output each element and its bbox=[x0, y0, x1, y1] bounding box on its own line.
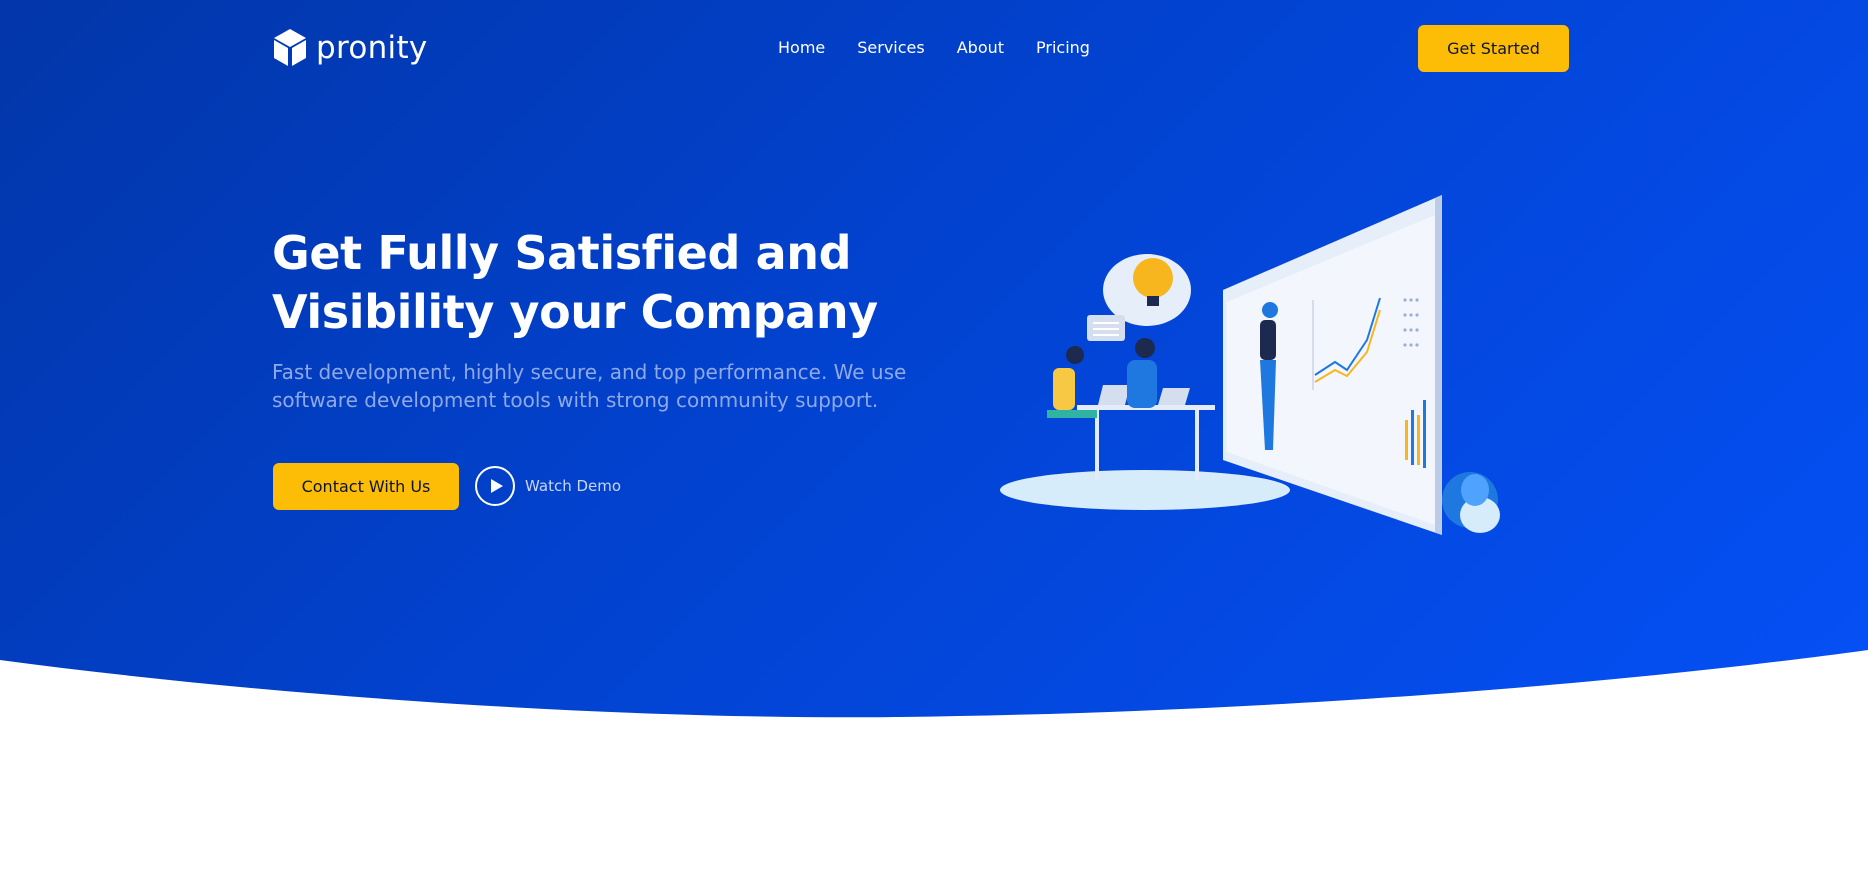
contact-button[interactable]: Contact With Us bbox=[273, 463, 459, 510]
play-icon bbox=[475, 466, 515, 506]
get-started-button[interactable]: Get Started bbox=[1418, 25, 1569, 72]
main-nav: Home Services About Pricing bbox=[778, 38, 1122, 57]
cube-icon bbox=[274, 29, 306, 66]
hero-headline-line2: Visibility your Company bbox=[272, 285, 878, 339]
nav-item-services[interactable]: Services bbox=[857, 38, 924, 57]
nav-item-about[interactable]: About bbox=[957, 38, 1004, 57]
brand-logo[interactable]: pronity bbox=[272, 28, 428, 68]
nav-item-pricing[interactable]: Pricing bbox=[1036, 38, 1090, 57]
nav-item-home[interactable]: Home bbox=[778, 38, 825, 57]
hero-subtext: Fast development, highly secure, and top… bbox=[272, 358, 932, 414]
hero-subtext-line2: software development tools with strong c… bbox=[272, 388, 879, 412]
watch-demo-label: Watch Demo bbox=[525, 477, 622, 495]
hero-curve-divider bbox=[0, 650, 1868, 730]
hero-subtext-line1: Fast development, highly secure, and top… bbox=[272, 360, 907, 384]
hero-headline: Get Fully Satisfied and Visibility your … bbox=[272, 224, 972, 342]
hero-headline-line1: Get Fully Satisfied and bbox=[272, 226, 852, 280]
brand-name: pronity bbox=[316, 30, 428, 66]
hero-illustration bbox=[1000, 195, 1500, 535]
watch-demo-button[interactable]: Watch Demo bbox=[475, 466, 621, 506]
